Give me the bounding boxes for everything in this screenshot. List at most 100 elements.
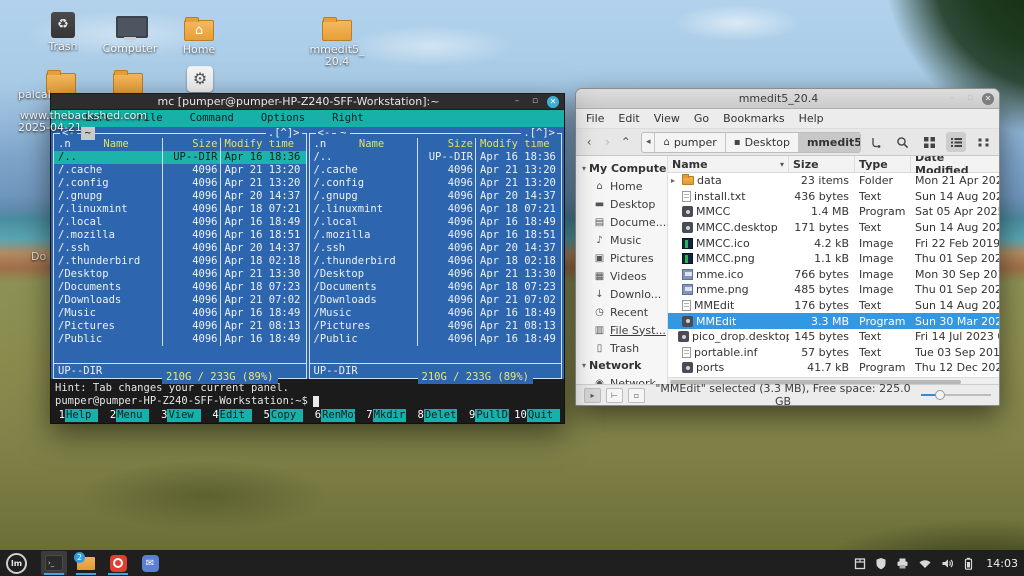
mc-file-row[interactable]: /.cache 4096 Apr 21 13:20 [54,164,306,177]
list-view-icon[interactable] [946,132,966,152]
sidebar-item[interactable]: ▥ File Syst... [576,321,667,339]
sidebar-section-computer[interactable]: ▾ My Compute [576,160,667,177]
taskbar-terminal-button[interactable]: ›_ [41,551,67,575]
search-icon[interactable] [892,132,912,152]
mc-fkey[interactable]: 2 Menu [102,409,153,422]
fm-file-row[interactable]: ▸ MMEdit 3.3 MB Program Sun 30 Mar 2025 … [668,313,999,329]
battery-icon[interactable] [964,557,973,570]
sidebar-item[interactable]: ▣ Pictures [576,249,667,267]
sidebar-item[interactable]: ⌂ Home [576,177,667,195]
compact-view-icon[interactable] [973,132,993,152]
column-header-name[interactable]: Name ▾ [668,156,789,172]
mc-file-row[interactable]: /.linuxmint 4096 Apr 18 07:21 [310,203,562,216]
mc-file-row[interactable]: /.config 4096 Apr 21 13:20 [54,177,306,190]
mc-fkey[interactable]: 1 Help [51,409,102,422]
fm-file-row[interactable]: ▸ MMCC.ico 4.2 kB Image Fri 22 Feb 2019 … [668,235,999,251]
expander-icon[interactable]: ▸ [671,176,679,185]
taskbar-browser-button[interactable] [105,551,131,575]
back-icon[interactable]: ‹ [582,132,596,152]
mc-file-row[interactable]: /Public 4096 Apr 16 18:49 [54,333,306,346]
minimize-icon[interactable]: – [946,93,958,105]
sidebar-item[interactable]: ♪ Music [576,231,667,249]
mc-col-size[interactable]: Size [417,138,475,151]
fm-menu-item[interactable]: Bookmarks [723,112,784,125]
wifi-icon[interactable] [918,557,932,570]
mc-panel-corner[interactable]: .[^]> [266,127,302,140]
mc-fkey[interactable]: 7 Mkdir [359,409,410,422]
mc-titlebar[interactable]: mc [pumper@pumper-HP-Z240-SFF-Workstatio… [50,93,565,110]
taskbar-files-button[interactable]: 2 [73,551,99,575]
fm-menu-item[interactable]: Edit [618,112,639,125]
fm-file-row[interactable]: ▸ portable.inf 57 bytes Text Tue 03 Sep … [668,345,999,361]
slider-knob[interactable] [935,390,945,400]
sidebar-item[interactable]: ▯ Trash [576,339,667,357]
sidebar-item[interactable]: ↓ Downlo... [576,285,667,303]
mc-file-row[interactable]: /.. UP--DIR Apr 16 18:36 [310,151,562,164]
mc-menu-item[interactable]: Command [190,110,234,127]
fm-file-row[interactable]: ▸ mme.ico 766 bytes Image Mon 30 Sep 201… [668,267,999,283]
sidebar-item[interactable]: ▤ Docume... [576,213,667,231]
desktop-icon-home[interactable]: Home [167,13,231,56]
mc-col-size[interactable]: Size [162,138,220,151]
mc-panel-corner[interactable]: .[^]> [521,127,557,140]
mc-fkey[interactable]: 6 RenMov [307,409,359,422]
mc-file-row[interactable]: /.gnupg 4096 Apr 20 14:37 [54,190,306,203]
mc-fkey[interactable]: 10 Quit [513,409,564,422]
mc-file-row[interactable]: /Documents 4096 Apr 18 07:23 [310,281,562,294]
column-header-type[interactable]: Type [855,156,911,172]
fm-file-row[interactable]: ▸ data 23 items Folder Mon 21 Apr 2025 0… [668,173,999,189]
fm-file-row[interactable]: ▸ ports 41.7 kB Program Thu 12 Dec 2024 … [668,360,999,376]
fm-file-row[interactable]: ▸ install.txt 436 bytes Text Sun 14 Aug … [668,189,999,205]
horizontal-scrollbar[interactable] [668,377,999,384]
mc-file-row[interactable]: /Music 4096 Apr 16 18:49 [310,307,562,320]
fm-file-row[interactable]: ▸ pico_drop.desktop 145 bytes Text Fri 1… [668,329,999,345]
fm-file-row[interactable]: ▸ mme.png 485 bytes Image Thu 01 Sep 202… [668,282,999,298]
fm-menu-item[interactable]: Go [694,112,709,125]
breadcrumb-desktop[interactable]: ▪ Desktop [726,133,799,152]
terminal-cursor[interactable] [313,396,319,407]
package-icon[interactable] [854,557,866,570]
fm-titlebar[interactable]: mmedit5_20.4 – ▫ ✕ [576,89,999,109]
clock[interactable]: 14:03 [986,557,1018,570]
sidebar-item[interactable]: ▬ Desktop [576,195,667,213]
mc-file-row[interactable]: /.cache 4096 Apr 21 13:20 [310,164,562,177]
mc-file-row[interactable]: /Music 4096 Apr 16 18:49 [54,307,306,320]
show-places-toggle[interactable]: ▸ [584,388,601,403]
mc-fkey[interactable]: 8 Delete [410,409,462,422]
mc-file-row[interactable]: /Public 4096 Apr 16 18:49 [310,333,562,346]
column-header-date[interactable]: Date Modified [911,156,999,172]
fm-file-row[interactable]: ▸ MMCC.desktop 171 bytes Text Sun 14 Aug… [668,220,999,236]
forward-icon[interactable]: › [600,132,614,152]
shield-icon[interactable] [875,557,887,570]
fm-menu-item[interactable]: Help [799,112,824,125]
sidebar-item[interactable]: ▦ Videos [576,267,667,285]
fm-file-row[interactable]: ▸ MMCC.png 1.1 kB Image Thu 01 Sep 2022 … [668,251,999,267]
desktop-icon-trash[interactable]: Trash [31,10,95,53]
column-header-size[interactable]: Size [789,156,855,172]
mc-history-arrow[interactable]: <- [316,127,333,140]
mc-file-row[interactable]: /.gnupg 4096 Apr 20 14:37 [310,190,562,203]
crumb-scroll-left-icon[interactable]: ◂ [642,133,656,152]
mc-panel-path[interactable]: ~ [81,127,95,140]
zoom-slider[interactable] [921,388,991,402]
desktop-icon-folder-2[interactable] [96,66,160,94]
mc-file-row[interactable]: /.config 4096 Apr 21 13:20 [310,177,562,190]
mc-fkey[interactable]: 9 PullDn [461,409,513,422]
mc-file-row[interactable]: /.thunderbird 4096 Apr 18 02:18 [54,255,306,268]
mc-file-row[interactable]: /.local 4096 Apr 16 18:49 [310,216,562,229]
fm-file-row[interactable]: ▸ MMCC 1.4 MB Program Sat 05 Apr 2025 15… [668,204,999,220]
mc-file-row[interactable]: /Pictures 4096 Apr 21 08:13 [310,320,562,333]
mc-file-row[interactable]: /.thunderbird 4096 Apr 18 02:18 [310,255,562,268]
mc-file-row[interactable]: /.mozilla 4096 Apr 16 18:51 [310,229,562,242]
mc-fkey[interactable]: 3 View [153,409,204,422]
mc-file-row[interactable]: /.mozilla 4096 Apr 16 18:51 [54,229,306,242]
mc-file-row[interactable]: /Pictures 4096 Apr 21 08:13 [54,320,306,333]
maximize-icon[interactable]: ▫ [529,96,541,108]
breadcrumb-home[interactable]: ⌂ pumper [655,133,725,152]
desktop-icon-gear-app[interactable]: ⚙ [168,64,232,92]
sidebar-section-network[interactable]: ▾ Network [576,357,667,374]
volume-icon[interactable] [941,557,955,570]
desktop-label-palcal[interactable]: palcal [18,88,51,101]
mc-file-row[interactable]: /.ssh 4096 Apr 20 14:37 [54,242,306,255]
mc-file-row[interactable]: /.. UP--DIR Apr 16 18:36 [54,151,306,164]
